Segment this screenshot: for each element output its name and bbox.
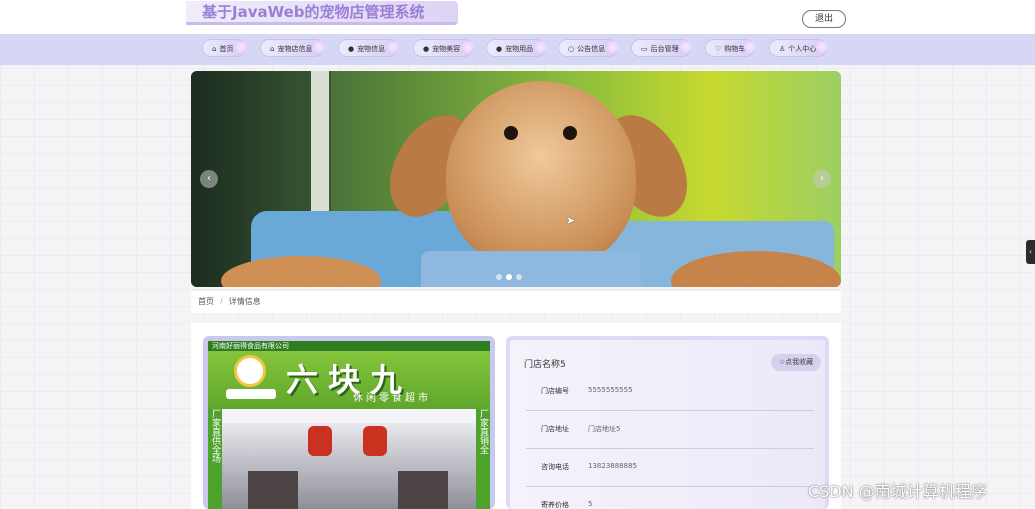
info-value: 5555555555: [588, 386, 633, 394]
breadcrumb-current: 详情信息: [228, 297, 261, 306]
shop-image: 河南好丽得食品有限公司 六块九 休闲零食超市 厂家直供全场 厂家直销全: [208, 341, 490, 509]
shop-side-banner-right: 厂家直销全: [476, 409, 490, 509]
nav-item-notices[interactable]: ○ 公告信息: [558, 39, 619, 57]
watermark: CSDN @南城计算机程序: [808, 482, 987, 501]
nav-item-cart[interactable]: ♡ 购物车: [705, 39, 756, 57]
info-label: 寄养价格: [541, 501, 569, 509]
supplies-icon: ●: [496, 45, 503, 53]
cart-icon: ♡: [715, 45, 722, 53]
site-title: 基于JavaWeb的宠物店管理系统: [186, 1, 458, 25]
carousel-dot-active[interactable]: [506, 274, 512, 280]
info-label: 咨询电话: [541, 463, 569, 471]
shop-name: 门店名称5: [524, 360, 566, 370]
rabbit-eye-right: [563, 126, 577, 140]
favorite-button[interactable]: ☆点我收藏: [771, 354, 821, 371]
nav-item-shop-info[interactable]: ⌂ 宠物店信息: [260, 39, 325, 57]
shop-sign-subtitle: 休闲零食超市: [353, 393, 431, 404]
lantern-icon: [363, 426, 387, 456]
rabbit-image: [446, 81, 636, 271]
info-row-shop-id: 门店编号 5555555555: [526, 373, 814, 411]
info-row-shop-address: 门店地址 门店地址5: [526, 411, 814, 449]
rabbit-eye-left: [504, 126, 518, 140]
breadcrumb: 首页 / 详情信息: [191, 291, 841, 313]
shop-shelf: [398, 471, 448, 509]
nav-item-admin[interactable]: ▭ 后台管理: [631, 39, 692, 57]
info-row-phone: 咨询电话 13823888885: [526, 449, 814, 487]
info-label: 门店编号: [541, 387, 569, 395]
carousel-prev-button[interactable]: ‹: [200, 170, 218, 188]
logout-button[interactable]: 退出: [802, 10, 846, 28]
shop-logo-band: [226, 389, 276, 399]
shop-image-frame: 河南好丽得食品有限公司 六块九 休闲零食超市 厂家直供全场 厂家直销全: [203, 336, 495, 509]
home-icon: ⌂: [212, 45, 217, 53]
nav-item-pet-supplies[interactable]: ● 宠物用品: [486, 39, 547, 57]
main-nav: ⌂ 首页 ⌂ 宠物店信息 ● 宠物信息 ● 宠物美容 ● 宠物用品 ○ 公告信息 ▭ 后台管理…: [0, 34, 1035, 65]
carousel-dot[interactable]: [516, 274, 522, 280]
user-icon: ♙: [779, 45, 786, 53]
shop-image-company: 河南好丽得食品有限公司: [208, 341, 490, 351]
info-value: 13823888885: [588, 462, 637, 470]
admin-icon: ▭: [641, 45, 648, 53]
top-bar: 基于JavaWeb的宠物店管理系统 退出: [0, 0, 1035, 34]
info-value: 门店地址5: [588, 425, 621, 433]
notice-icon: ○: [568, 45, 575, 53]
grooming-icon: ●: [423, 45, 430, 53]
shop-info-card: 门店名称5 ☆点我收藏 门店编号 5555555555 门店地址 门店地址5 咨…: [506, 336, 829, 509]
carousel-next-button[interactable]: ›: [813, 170, 831, 188]
banner-cup-rim: [421, 251, 641, 287]
info-row-boarding-price: 寄养价格 5: [526, 487, 814, 509]
info-value: 5: [588, 500, 593, 508]
nav-item-user-center[interactable]: ♙ 个人中心: [769, 39, 828, 57]
nav-item-home[interactable]: ⌂ 首页: [202, 39, 247, 57]
shop-shelf: [248, 471, 298, 509]
shop-icon: ⌂: [270, 45, 275, 53]
info-label: 门店地址: [541, 425, 569, 433]
shop-info-body: 门店名称5 ☆点我收藏 门店编号 5555555555 门店地址 门店地址5 咨…: [510, 340, 825, 509]
shop-side-banner-left: 厂家直供全场: [208, 409, 222, 509]
nav-item-pet-grooming[interactable]: ● 宠物美容: [413, 39, 474, 57]
nav-item-pet-info[interactable]: ● 宠物信息: [338, 39, 399, 57]
shop-logo-icon: [234, 355, 266, 387]
breadcrumb-separator: /: [220, 297, 223, 306]
pet-icon: ●: [348, 45, 355, 53]
breadcrumb-home[interactable]: 首页: [198, 297, 214, 306]
lantern-icon: [308, 426, 332, 456]
carousel-dot[interactable]: [496, 274, 502, 280]
side-toggle-button[interactable]: ‹: [1026, 240, 1035, 264]
mouse-cursor-icon: ➤: [566, 214, 576, 227]
shop-ceiling: [222, 409, 476, 423]
banner-carousel[interactable]: ‹ ›: [191, 71, 841, 287]
carousel-indicators: [496, 274, 522, 280]
